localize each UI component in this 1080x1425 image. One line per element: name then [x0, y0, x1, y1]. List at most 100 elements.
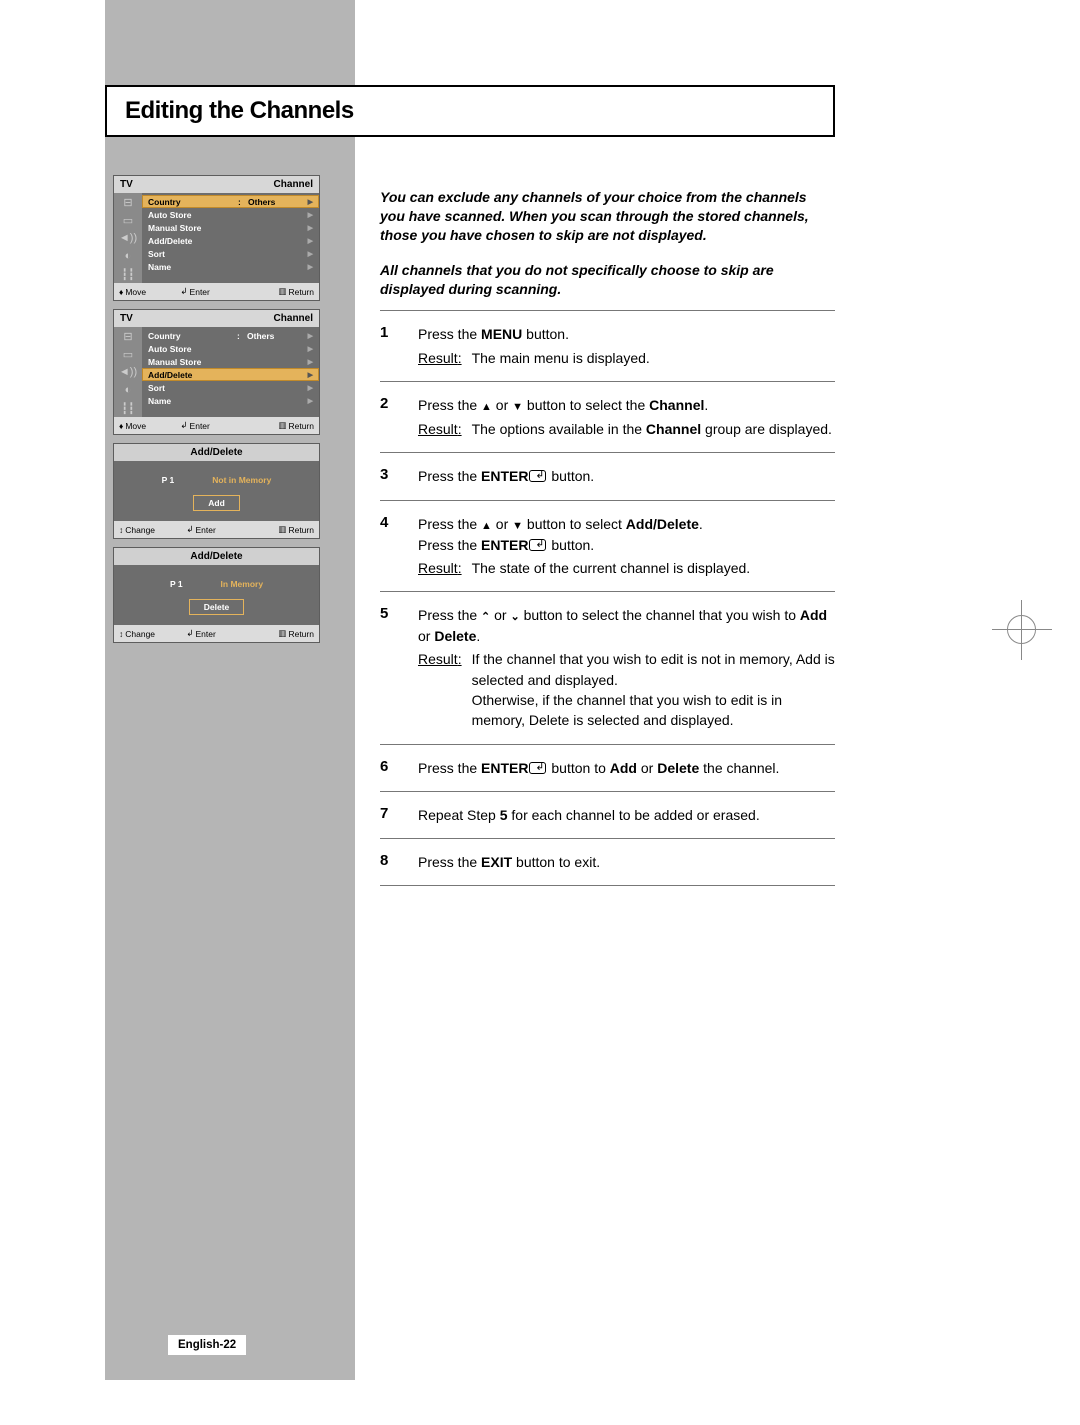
menu-item: Sort▶ [142, 247, 319, 260]
menu-item-label: Add/Delete [148, 370, 192, 380]
result-text: The state of the current channel is disp… [472, 558, 751, 578]
menu-item: Country:Others▶ [142, 195, 319, 208]
chevron-right-icon: ▶ [308, 211, 313, 219]
menu-item-label: Sort [148, 383, 165, 393]
sound-icon: ◄)) [114, 229, 142, 247]
step-number: 7 [380, 805, 400, 825]
panel-list-1: Country:Others▶Auto Store▶Manual Store▶A… [142, 193, 319, 283]
step-body: Press the MENU button. Result The main men… [418, 324, 835, 368]
menu-item-label: Manual Store [148, 357, 201, 367]
step-number: 4 [380, 514, 400, 579]
result-label: Result [418, 348, 462, 368]
memory-status: In Memory [221, 579, 264, 589]
step-line: Press the MENU button. [418, 324, 835, 344]
step-body: Press the ENTER button to Add or Delete … [418, 758, 835, 778]
step: 1 Press the MENU button. Result The main me… [380, 317, 835, 375]
step-line: Press the EXIT button to exit. [418, 852, 835, 872]
divider [380, 381, 835, 382]
step-result: ResultThe options available in the Chann… [418, 419, 835, 439]
step-line: Press the ▲ or ▼ button to select the Ch… [418, 395, 835, 416]
step-result: ResultIf the channel that you wish to ed… [418, 649, 835, 730]
menu-item: Manual Store ▶ [142, 221, 319, 234]
menu-item-label: Country [148, 331, 181, 341]
enter-hint: ↲ Enter [180, 286, 209, 297]
divider [380, 500, 835, 501]
page-title-box: Editing the Channels [105, 85, 835, 137]
add-button-osd: Add [193, 495, 240, 511]
moon-icon: ◐ [114, 381, 142, 399]
page-number: English-22 [168, 1335, 246, 1355]
tv-icon: ⊟ [114, 193, 142, 211]
panel-section-label: Channel [274, 179, 313, 190]
crop-mark [992, 600, 1052, 660]
menu-item: Manual Store▶ [142, 355, 319, 368]
step-number: 2 [380, 395, 400, 439]
step-result: Result The main menu is displayed. [418, 348, 835, 368]
divider [380, 310, 835, 311]
step-line: Repeat Step 5 for each channel to be add… [418, 805, 835, 825]
intro-paragraph-2: All channels that you do not specificall… [380, 261, 835, 299]
osd-add-panel-notinmemory: Add/Delete P 1 Not in Memory Add ↕ Chang… [113, 443, 320, 539]
menu-item-label: Name [148, 262, 171, 272]
step: 3Press the ENTER button. [380, 459, 835, 493]
step-line: Press the ⌃ or ⌄ button to select the ch… [418, 605, 835, 646]
sliders-icon: ┇┇ [114, 265, 142, 283]
osd-channel-menu-2: TV Channel ⊟ ▭ ◄)) ◐ ┇┇ Country:Others▶A… [113, 309, 320, 435]
panel-list-2: Country:Others▶Auto Store▶Manual Store▶A… [142, 327, 319, 417]
step-number: 5 [380, 605, 400, 730]
return-hint: ▥ Return [278, 286, 314, 297]
menu-item: Country:Others▶ [142, 329, 319, 342]
step-number: 8 [380, 852, 400, 872]
menu-item: Add/Delete▶ [142, 234, 319, 247]
step-number: 6 [380, 758, 400, 778]
chevron-right-icon: ▶ [308, 384, 313, 392]
result-text: The main menu is displayed. [472, 348, 650, 368]
intro-paragraph-1: You can exclude any channels of your cho… [380, 188, 835, 245]
step: 7 Repeat Step 5 for each channel to be ad… [380, 798, 835, 832]
main-content: You can exclude any channels of your cho… [380, 188, 835, 892]
step: 6 Press the ENTER button to Add or Delete… [380, 751, 835, 785]
step-body: Press the EXIT button to exit. [418, 852, 835, 872]
menu-item-value: Others [248, 197, 275, 207]
chevron-right-icon: ▶ [308, 332, 313, 340]
menu-item-label: Auto Store [148, 210, 191, 220]
enter-icon [529, 539, 546, 551]
osd-delete-panel-inmemory: Add/Delete P 1 In Memory Delete ↕ Change… [113, 547, 320, 643]
divider [380, 744, 835, 745]
delete-button-osd: Delete [189, 599, 245, 615]
menu-item: Sort ▶ [142, 381, 319, 394]
menu-item-label: Manual Store [148, 223, 201, 233]
chevron-right-icon: ▶ [308, 250, 313, 258]
program-number: P 1 [162, 475, 175, 485]
step-line: Press the ENTER button. [418, 466, 835, 486]
sliders-icon: ┇┇ [114, 399, 142, 417]
page-title: Editing the Channels [125, 97, 815, 125]
divider [380, 885, 835, 886]
step: 4 Press the ▲ or ▼ button to select Add/D… [380, 507, 835, 586]
move-hint: ♦ Move [119, 286, 146, 297]
panel-icon-column: ⊟ ▭ ◄)) ◐ ┇┇ [114, 193, 142, 283]
divider [380, 452, 835, 453]
menu-item-value: Others [247, 331, 274, 341]
memory-status: Not in Memory [212, 475, 271, 485]
menu-item: Auto Store▶ [142, 342, 319, 355]
step-number: 1 [380, 324, 400, 368]
step-body: Press the ▲ or ▼ button to select Add/De… [418, 514, 835, 579]
chevron-right-icon: ▶ [308, 345, 313, 353]
osd-screenshots: TV Channel ⊟ ▭ ◄)) ◐ ┇┇ Country:Others▶ A… [113, 175, 320, 651]
divider [380, 791, 835, 792]
picture-icon: ▭ [114, 345, 142, 363]
menu-item-label: Name [148, 396, 171, 406]
panel-tv-label: TV [120, 179, 133, 190]
steps-list: 1 Press the MENU button. Result The main me… [380, 317, 835, 886]
chevron-right-icon: ▶ [308, 224, 313, 232]
program-number: P 1 [170, 579, 183, 589]
result-text: If the channel that you wish to edit is … [472, 649, 835, 730]
step-body: Repeat Step 5 for each channel to be add… [418, 805, 835, 825]
enter-icon [529, 470, 546, 482]
menu-item-label: Add/Delete [148, 236, 192, 246]
chevron-right-icon: ▶ [308, 263, 313, 271]
sound-icon: ◄)) [114, 363, 142, 381]
menu-item: Auto Store ▶ [142, 208, 319, 221]
step: 2 Press the ▲ or ▼ button to select the C… [380, 388, 835, 446]
